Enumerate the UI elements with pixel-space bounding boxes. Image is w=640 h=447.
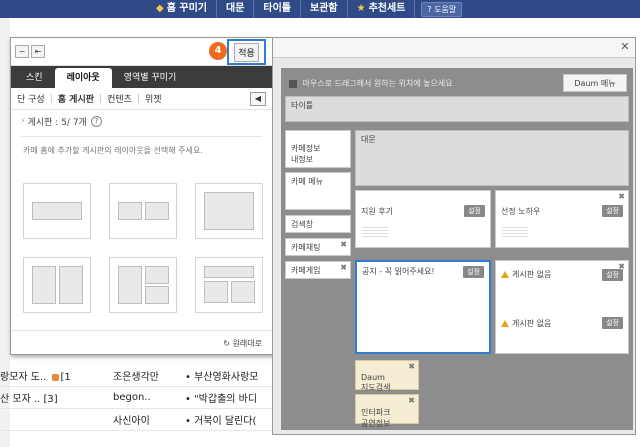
tab-skin[interactable]: 스킨 xyxy=(14,68,55,88)
nav-label: 추천세트 xyxy=(368,3,406,14)
layout-option-wide-plus-two[interactable] xyxy=(195,257,263,313)
warning-icon xyxy=(501,271,509,278)
close-icon[interactable]: ✖ xyxy=(340,263,347,272)
nav-label: 대문 xyxy=(226,3,245,14)
layout-option-tall-plus-two[interactable] xyxy=(109,257,177,313)
panel-footer: ↻ 원래대로 xyxy=(11,330,272,354)
daum-map-search-block[interactable]: Daum 지도검색 ✖ xyxy=(355,360,419,392)
list-item-title: • 부산영화사랑모 xyxy=(185,372,259,383)
mouse-icon xyxy=(289,79,297,88)
nav-main-gate[interactable]: 대문 xyxy=(217,0,255,18)
list-item-author: 사신아이 xyxy=(113,416,150,427)
list-item-author: 조은생각만 xyxy=(113,372,159,383)
close-icon[interactable]: ✖ xyxy=(618,192,625,201)
daum-menu-block[interactable]: Daum 메뉴 xyxy=(563,74,627,92)
pin-button[interactable]: ⇤ xyxy=(31,45,45,58)
new-icon xyxy=(51,373,59,381)
main-gate-block[interactable]: 대문 xyxy=(355,130,629,186)
apply-button-highlight: 적용 xyxy=(227,39,266,65)
board-block-selected[interactable]: 공지 - 꼭 읽어주세요! 설정 xyxy=(355,260,491,354)
nav-label: 홈 꾸미기 xyxy=(166,3,207,14)
apply-button[interactable]: 적용 xyxy=(234,42,259,62)
cafe-game-block[interactable]: 카페게임 ✖ xyxy=(285,261,351,279)
cafe-info-block[interactable]: 카페정보 내정보 xyxy=(285,130,351,168)
collapse-arrow-icon[interactable]: ◀ xyxy=(250,92,266,106)
modal-header: ✕ xyxy=(273,38,635,58)
list-item-title: 랑모자 도.. [1] xyxy=(0,372,70,383)
list-item-title: 산 모자 .. [3] xyxy=(0,394,58,405)
nav-label: 타이틀 xyxy=(263,3,292,14)
settings-button[interactable]: 설정 xyxy=(602,317,623,329)
nav-title[interactable]: 타이틀 xyxy=(254,0,302,18)
cafe-chat-block[interactable]: 카페채팅 ✖ xyxy=(285,238,351,256)
list-item-title: • 거북이 달린다( xyxy=(185,416,257,427)
close-icon[interactable]: ✖ xyxy=(340,240,347,249)
nav-home-decorate[interactable]: ◆ 홈 꾸미기 xyxy=(147,0,217,18)
nav-label: 보관함 xyxy=(310,3,338,14)
list-item-title: • "박갑출의 바디 xyxy=(185,394,258,405)
minimize-button[interactable]: − xyxy=(15,45,29,58)
board-block[interactable]: 지원 후기 설정 xyxy=(355,190,491,248)
title-block[interactable]: 타이틀 xyxy=(285,96,629,122)
tab-area-decorate[interactable]: 영역별 꾸미기 xyxy=(112,68,189,88)
layout-canvas: 마우스로 드래그해서 원하는 위치에 놓으세요 Daum 메뉴 타이틀 카페정보… xyxy=(281,68,633,430)
drag-hint: 마우스로 드래그해서 원하는 위치에 놓으세요 xyxy=(289,78,453,89)
settings-button[interactable]: 설정 xyxy=(602,269,623,281)
layout-option-single-tall[interactable] xyxy=(195,183,263,239)
list-item[interactable]: 사신아이 • 거북이 달린다( xyxy=(0,409,280,431)
settings-button[interactable]: 설정 xyxy=(464,205,485,217)
subtab-column-layout[interactable]: 단 구성 xyxy=(17,92,50,105)
cafe-menu-block[interactable]: 카페 메뉴 xyxy=(285,172,351,210)
panel-tabs: 스킨 레이아웃 영역별 꾸미기 xyxy=(11,66,272,88)
board-block[interactable]: ✖ 게시판 없음 설정 게시판 없음 설정 xyxy=(495,260,629,354)
help-icon[interactable]: ? xyxy=(90,115,102,127)
nav-storage[interactable]: 보관함 xyxy=(301,0,348,18)
board-count-text: 게시판 : 5/ 7개 xyxy=(27,117,87,128)
board-thumbnail xyxy=(502,227,528,239)
interpark-performance-block[interactable]: 인터파크 공연정보 ✖ xyxy=(355,394,419,428)
settings-button[interactable]: 설정 xyxy=(463,266,484,278)
nav-recommended-set[interactable]: ★ 추천세트 xyxy=(348,0,416,18)
help-button[interactable]: ? 도움말 xyxy=(421,1,463,17)
close-icon[interactable]: ✖ xyxy=(408,362,415,371)
search-block[interactable]: 검색창 xyxy=(285,215,351,233)
step-badge: 4 xyxy=(209,42,227,60)
layout-option-two-tall[interactable] xyxy=(23,257,91,313)
tab-layout[interactable]: 레이아웃 xyxy=(54,68,112,88)
settings-button[interactable]: 설정 xyxy=(602,205,623,217)
subtab-contents[interactable]: 컨텐츠 xyxy=(107,92,137,105)
layout-preview-modal: ✕ 마우스로 드래그해서 원하는 위치에 놓으세요 Daum 메뉴 타이틀 카페… xyxy=(272,37,636,435)
background-board-list: 랑모자 도.. [1] 조은생각만 • 부산영화사랑모 산 모자 .. [3] … xyxy=(0,365,280,431)
list-item-author: begon.. xyxy=(113,392,151,403)
board-block[interactable]: ✖ 선정 노하우 설정 xyxy=(495,190,629,248)
panel-header: − ⇤ 4 적용 xyxy=(11,38,272,66)
cube-icon: ◆ xyxy=(156,3,164,14)
close-icon[interactable]: ✖ xyxy=(408,396,415,405)
subtab-widget[interactable]: 위젯 xyxy=(145,92,167,105)
layout-subtabs: 단 구성 | 홈 게시판 | 컨텐츠 | 위젯 ◀ xyxy=(11,88,272,110)
list-item[interactable]: 랑모자 도.. [1] 조은생각만 • 부산영화사랑모 xyxy=(0,365,280,387)
close-icon[interactable]: ✕ xyxy=(619,41,631,53)
list-item[interactable]: 산 모자 .. [3] begon.. • "박갑출의 바디 xyxy=(0,387,280,409)
restore-button[interactable]: ↻ 원래대로 xyxy=(223,338,262,349)
star-icon: ★ xyxy=(356,3,366,14)
layout-editor-panel: − ⇤ 4 적용 스킨 레이아웃 영역별 꾸미기 단 구성 | 홈 게시판 | … xyxy=(10,37,273,355)
top-navigation: ◆ 홈 꾸미기 대문 타이틀 보관함 ★ 추천세트 ? 도움말 xyxy=(0,0,640,18)
board-count: › 게시판 : 5/ 7개 ? xyxy=(11,110,272,132)
layout-option-single-wide[interactable] xyxy=(23,183,91,239)
subtab-home-board[interactable]: 홈 게시판 xyxy=(58,92,99,105)
layout-description: 카페 홈에 추가할 게시판의 레이아웃을 선택해 주세요. xyxy=(23,146,203,155)
board-thumbnail xyxy=(362,227,388,239)
warning-icon xyxy=(501,320,509,327)
layout-option-two-wide[interactable] xyxy=(109,183,177,239)
